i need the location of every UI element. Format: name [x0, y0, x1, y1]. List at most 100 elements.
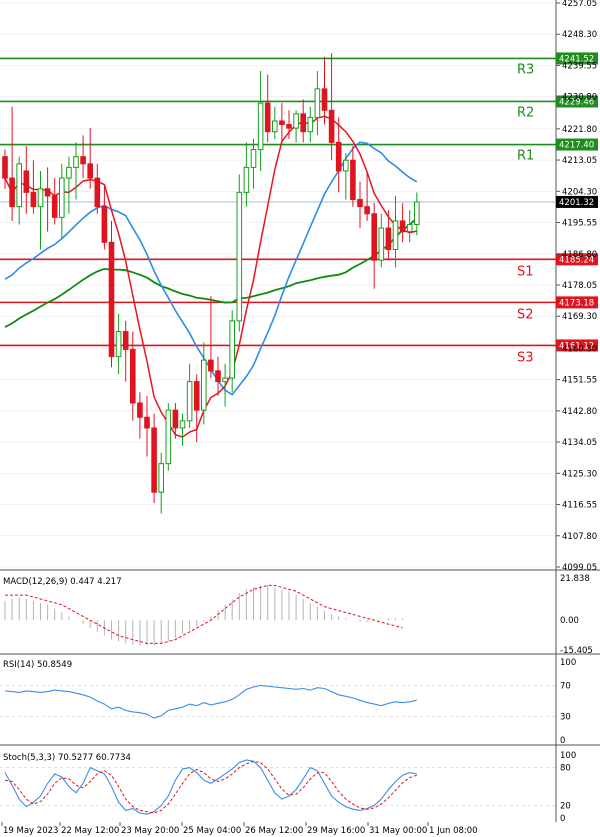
indicator-tick-label: 30: [560, 713, 571, 723]
macd-signal-line: [5, 584, 403, 644]
indicator-tick-label: 20: [560, 801, 571, 811]
price-axis: 4257.05 4248.30 4239.55 4230.80 4221.80 4213.…: [556, 0, 597, 573]
level-name-s1: S1: [517, 264, 534, 279]
candle-body: [335, 141, 342, 172]
candle-body: [392, 220, 399, 250]
candle-body: [378, 227, 385, 261]
x-tick-label: 31 May 00:00: [369, 826, 427, 836]
y-tick-label: 4169.30: [562, 312, 597, 322]
y-tick-label: 4151.55: [562, 376, 597, 386]
candle-body: [137, 402, 143, 418]
candle-body: [279, 120, 285, 126]
level-name-s3: S3: [517, 350, 534, 365]
candle-body: [229, 320, 235, 379]
candle-body: [257, 102, 264, 151]
candle-body: [215, 370, 221, 383]
x-tick-label: 25 May 04:00: [183, 826, 241, 836]
candle-body: [59, 177, 65, 218]
support-resistance-levels: R34241.52R24229.46R14217.40S14185.24S241…: [0, 52, 598, 365]
candle-body: [357, 199, 363, 208]
y-tick-label: 4248.30: [562, 30, 597, 40]
indicator-tick-label: 70: [560, 681, 571, 691]
level-name-r3: R3: [517, 62, 534, 77]
x-tick-label: 22 May 12:00: [61, 826, 119, 836]
last-price-label: 4201.32: [559, 198, 594, 208]
candle-body: [158, 463, 164, 493]
candle-body: [172, 409, 179, 429]
y-tick-label: 4213.05: [562, 156, 597, 166]
candle-body: [94, 177, 101, 208]
candle-body: [222, 377, 228, 383]
candle-body: [201, 359, 207, 411]
candle-body: [364, 206, 370, 215]
candle-body: [101, 206, 108, 243]
indicator-tick-label: 80: [560, 764, 571, 774]
y-tick-label: 4160.30: [562, 344, 597, 354]
candle-body: [236, 191, 243, 322]
candle-body: [314, 88, 321, 118]
candle-body: [293, 113, 299, 129]
candle-body: [186, 381, 193, 422]
macd-label: MACD(12,26,9) 0.447 4.217: [3, 577, 122, 587]
indicator-tick-label: 0: [560, 814, 565, 824]
stoch-label: Stoch(5,3,3) 70.5277 60.7734: [3, 753, 131, 763]
candle-body: [151, 427, 157, 493]
x-tick-label: 26 May 12:00: [245, 826, 303, 836]
candle-body: [73, 156, 79, 168]
candle-body: [208, 359, 214, 372]
candle-body: [80, 156, 86, 165]
candle-body: [66, 166, 72, 179]
candle-body: [307, 116, 314, 133]
indicator-tick-label: 21.838: [560, 574, 590, 584]
time-axis: 19 May 2023 22 May 12:00 23 May 20:00 25 Ma…: [1, 822, 478, 836]
level-price-label: 4217.40: [559, 141, 594, 151]
candle-body: [115, 331, 122, 358]
candle-body: [2, 156, 8, 179]
y-tick-label: 4125.30: [562, 469, 597, 479]
level-price-label: 4173.18: [559, 298, 594, 308]
candle-body: [321, 88, 328, 111]
indicator-tick-label: -15.405: [560, 646, 593, 656]
y-tick-label: 4257.05: [562, 0, 597, 9]
grid-layer: [0, 2, 556, 568]
y-tick-label: 4230.80: [562, 93, 597, 103]
y-tick-label: 4221.80: [562, 125, 597, 135]
candle-body: [122, 331, 129, 350]
x-tick-label: 1 Jun 08:00: [429, 826, 478, 836]
candle-body: [16, 163, 22, 208]
candle-body: [165, 409, 172, 465]
candle-body: [406, 223, 413, 233]
candle-body: [328, 109, 335, 143]
x-tick-label: 29 May 16:00: [307, 826, 365, 836]
candle-body: [51, 195, 58, 218]
candle-body: [193, 381, 200, 411]
candle-body: [130, 348, 136, 404]
trading-chart: R34241.52R24229.46R14217.40S14185.24S241…: [0, 0, 600, 836]
candle-body: [385, 227, 392, 250]
candle-body: [87, 163, 94, 179]
indicator-tick-label: 100: [560, 751, 576, 761]
y-tick-label: 4186.80: [562, 250, 597, 260]
candle-body: [286, 124, 292, 129]
candle-body: [30, 191, 37, 208]
rsi-label: RSI(14) 50.8549: [3, 660, 72, 670]
y-tick-label: 4134.05: [562, 438, 597, 448]
candle-body: [37, 188, 44, 208]
level-name-s2: S2: [517, 307, 534, 322]
candle-body: [371, 213, 377, 261]
x-tick-label: 23 May 20:00: [121, 826, 179, 836]
candle-body: [108, 241, 115, 358]
y-tick-label: 4099.05: [562, 563, 597, 573]
candle-body: [272, 120, 278, 133]
y-tick-label: 4107.80: [562, 532, 597, 542]
indicator-tick-label: 100: [560, 658, 576, 668]
indicator-tick-label: 0: [560, 736, 565, 746]
indicator-tick-label: 0.00: [560, 616, 579, 626]
candle-body: [243, 166, 250, 193]
candle-body: [23, 170, 30, 193]
level-name-r2: R2: [517, 105, 534, 120]
candle-body: [264, 102, 271, 133]
y-tick-label: 4204.30: [562, 187, 597, 197]
y-tick-label: 4195.55: [562, 219, 597, 229]
rsi-line: [4, 684, 417, 719]
